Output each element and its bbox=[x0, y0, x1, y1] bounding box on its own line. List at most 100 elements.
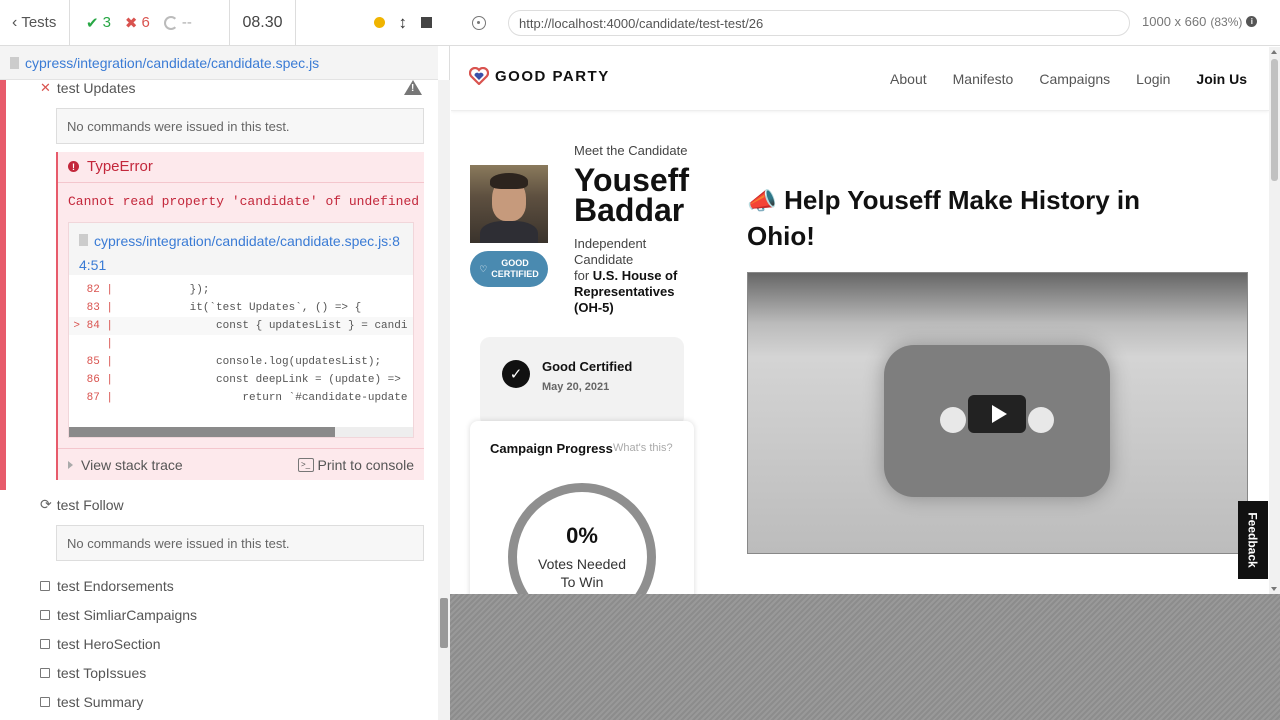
heart-small-icon: ♡ bbox=[479, 263, 488, 274]
line-number: 87 | bbox=[86, 392, 113, 404]
caret-right-icon bbox=[68, 460, 73, 469]
test-title: test Updates bbox=[56, 80, 136, 96]
app-scrollbar[interactable] bbox=[1269, 47, 1280, 594]
heart-logo-icon bbox=[469, 67, 489, 85]
test-item-follow[interactable]: ⟳ test Follow bbox=[40, 496, 124, 513]
viewport-info: 1000 x 660 (83%) i bbox=[1142, 14, 1258, 29]
app-scroll-thumb[interactable] bbox=[1271, 59, 1278, 181]
queued-icon bbox=[40, 668, 50, 678]
test-title: test SimliarCampaigns bbox=[57, 607, 198, 623]
stop-button[interactable] bbox=[421, 17, 432, 28]
line-code: it(`test Updates`, () => { bbox=[117, 302, 362, 314]
tests-back-label: Tests bbox=[21, 14, 57, 31]
certified-card: ✓ Good Certified May 20, 2021 bbox=[480, 337, 684, 427]
no-commands-message: No commands were issued in this test. bbox=[56, 108, 424, 144]
error-message: Cannot read property 'candidate' of unde… bbox=[68, 194, 420, 209]
site-logo[interactable]: GOOD PARTY bbox=[469, 67, 610, 85]
selector-playground-icon[interactable] bbox=[472, 15, 486, 30]
nav-manifesto[interactable]: Manifesto bbox=[953, 71, 1014, 87]
duration-timer: 08.30 bbox=[230, 0, 296, 46]
code-line: 85 | console.log(updatesList); bbox=[69, 353, 413, 371]
code-lines: 82 | }); 83 | it(`test Updates`, () => {>… bbox=[69, 281, 413, 407]
error-panel: ! TypeError Cannot read property 'candid… bbox=[56, 152, 424, 480]
site-navbar: GOOD PARTY About Manifesto Campaigns Log… bbox=[451, 47, 1269, 111]
test-item-updates[interactable]: ✕ test Updates bbox=[40, 80, 136, 96]
good-certified-badge[interactable]: ♡ GOOD CERTIFIED bbox=[470, 251, 548, 287]
line-code: return `#candidate-update bbox=[117, 392, 408, 404]
code-scroll-thumb[interactable] bbox=[69, 427, 335, 437]
spec-file-link[interactable]: cypress/integration/candidate/candidate.… bbox=[25, 55, 319, 71]
auto-scroll-toggle-icon[interactable]: ↕ bbox=[399, 13, 408, 33]
brand-name: GOOD PARTY bbox=[495, 67, 610, 85]
test-item-top-issues[interactable]: test TopIssues bbox=[40, 665, 146, 681]
party-line2: Candidate bbox=[574, 252, 634, 267]
error-title: ! TypeError bbox=[68, 158, 153, 175]
checkmark-icon: ✓ bbox=[502, 360, 530, 388]
candidate-name: Youseff Baddar bbox=[574, 164, 704, 226]
play-icon bbox=[991, 405, 1007, 423]
test-item-summary[interactable]: test Summary bbox=[40, 694, 143, 710]
certified-date: May 20, 2021 bbox=[542, 381, 610, 393]
print-to-console-button[interactable]: >_ Print to console bbox=[297, 457, 414, 473]
scroll-down-icon[interactable] bbox=[1271, 587, 1277, 591]
campaign-progress-card: Campaign Progress What's this? 0% Votes … bbox=[470, 421, 694, 594]
no-commands-message: No commands were issued in this test. bbox=[56, 525, 424, 561]
test-item-similiar-campaigns[interactable]: test SimliarCampaigns bbox=[40, 607, 197, 623]
line-number: | bbox=[99, 338, 113, 350]
scroll-up-icon[interactable] bbox=[1271, 50, 1277, 54]
line-code: const deepLink = (update) => bbox=[117, 374, 401, 386]
progress-percent: 0% bbox=[566, 523, 598, 548]
passed-stat: ✔ 3 bbox=[86, 14, 111, 32]
nav-join-us[interactable]: Join Us bbox=[1196, 71, 1247, 87]
whats-this-link[interactable]: What's this? bbox=[613, 442, 673, 454]
error-actions: View stack trace >_ Print to console bbox=[58, 448, 424, 480]
code-horizontal-scrollbar[interactable] bbox=[69, 427, 413, 437]
badge-line1: GOOD bbox=[501, 258, 529, 268]
test-stats: ✔ 3 ✖ 6 -- bbox=[70, 0, 230, 46]
passed-count: 3 bbox=[102, 14, 111, 31]
failed-count: 6 bbox=[141, 14, 150, 31]
code-frame-file-link[interactable]: cypress/integration/candidate/candidate.… bbox=[69, 223, 413, 275]
pending-stat: -- bbox=[163, 14, 192, 31]
code-frame: cypress/integration/candidate/candidate.… bbox=[68, 222, 414, 438]
url-bar[interactable]: http://localhost:4000/candidate/test-tes… bbox=[508, 10, 1130, 36]
refresh-icon: ⟳ bbox=[40, 496, 52, 512]
certified-title: Good Certified bbox=[542, 359, 633, 374]
line-number: 83 | bbox=[86, 302, 113, 314]
application-frame: GOOD PARTY About Manifesto Campaigns Log… bbox=[451, 47, 1269, 594]
spec-file-bar: cypress/integration/candidate/candidate.… bbox=[0, 46, 438, 80]
aut-header: http://localhost:4000/candidate/test-tes… bbox=[450, 0, 1280, 46]
line-number: 85 | bbox=[86, 356, 113, 368]
nav-campaigns[interactable]: Campaigns bbox=[1039, 71, 1110, 87]
pending-count: -- bbox=[181, 14, 192, 31]
info-icon[interactable]: i bbox=[1246, 16, 1258, 27]
queued-icon bbox=[40, 639, 50, 649]
nav-login[interactable]: Login bbox=[1136, 71, 1170, 87]
line-number: > 84 | bbox=[73, 320, 113, 332]
code-file-path-line2: 4:51 bbox=[79, 257, 107, 273]
line-code: const { updatesList } = candi bbox=[117, 320, 408, 332]
progress-title: Campaign Progress bbox=[490, 441, 613, 456]
tests-back-button[interactable]: ‹ Tests bbox=[0, 0, 70, 46]
code-line: 87 | return `#candidate-update bbox=[69, 389, 413, 407]
reporter-scroll-thumb[interactable] bbox=[440, 598, 448, 648]
campaign-headline: 📣 Help Youseff Make History in Ohio! bbox=[747, 183, 1207, 253]
feedback-tab[interactable]: Feedback bbox=[1238, 501, 1268, 579]
progress-label: Votes Needed To Win bbox=[538, 556, 626, 590]
line-code: }); bbox=[117, 284, 210, 296]
nav-about[interactable]: About bbox=[890, 71, 927, 87]
play-button[interactable] bbox=[968, 395, 1026, 433]
test-title: test Follow bbox=[56, 496, 124, 513]
code-line: 86 | const deepLink = (update) => bbox=[69, 371, 413, 389]
view-stack-trace-button[interactable]: View stack trace bbox=[68, 457, 183, 473]
file-icon bbox=[10, 56, 19, 69]
fail-x-icon: ✕ bbox=[40, 80, 51, 95]
test-item-endorsements[interactable]: test Endorsements bbox=[40, 578, 174, 594]
megaphone-icon: 📣 bbox=[747, 188, 777, 215]
error-name: TypeError bbox=[87, 158, 153, 175]
cross-icon: ✖ bbox=[124, 14, 138, 32]
line-code: console.log(updatesList); bbox=[117, 356, 382, 368]
campaign-video[interactable] bbox=[747, 272, 1248, 554]
test-item-hero-section[interactable]: test HeroSection bbox=[40, 636, 161, 652]
